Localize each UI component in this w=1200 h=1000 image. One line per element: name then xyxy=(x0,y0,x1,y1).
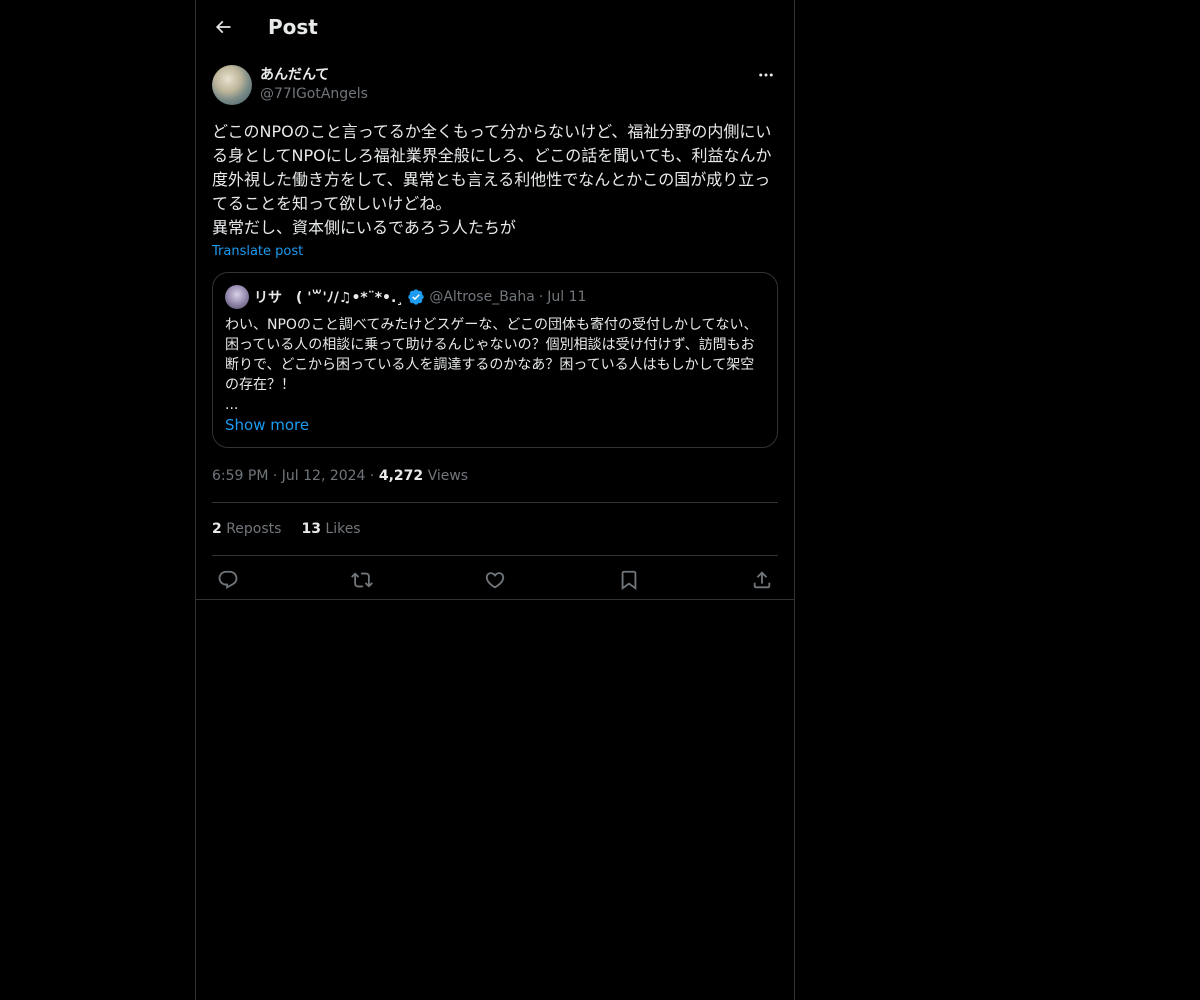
post-date[interactable]: Jul 12, 2024 xyxy=(282,468,366,484)
reposts-label: Reposts xyxy=(226,521,282,537)
reposts-stat[interactable]: 2 Reposts xyxy=(212,521,281,537)
repost-icon xyxy=(350,572,373,587)
reply-icon xyxy=(218,570,238,589)
meta-separator: · xyxy=(272,468,278,484)
post-author: あんだんて @77IGotAngels xyxy=(212,65,778,105)
quoted-display-name: リサ ( '꒳'ﾉ/♫•*¨*•.¸ xyxy=(254,290,404,306)
post-text: どこのNPOのこと言ってるか全くもって分からないけど、福祉分野の内側にいる身とし… xyxy=(212,122,772,237)
quoted-date: Jul 11 xyxy=(547,289,587,305)
show-more-link[interactable]: Show more xyxy=(225,415,309,435)
share-button[interactable] xyxy=(750,568,774,592)
top-bar: Post xyxy=(196,0,794,54)
likes-stat[interactable]: 13 Likes xyxy=(301,521,360,537)
post: あんだんて @77IGotAngels どこのNPOのこと言ってるか全くもって分… xyxy=(196,65,794,603)
post-time[interactable]: 6:59 PM xyxy=(212,468,268,484)
author-info: あんだんて @77IGotAngels xyxy=(260,66,368,104)
reposts-count: 2 xyxy=(212,521,222,537)
repost-button[interactable] xyxy=(350,568,374,592)
quoted-avatar xyxy=(225,285,249,309)
translate-post-link[interactable]: Translate post xyxy=(212,244,303,260)
author-handle[interactable]: @77IGotAngels xyxy=(260,84,368,104)
meta-separator: · xyxy=(369,468,375,484)
author-display-name[interactable]: あんだんて xyxy=(260,66,368,84)
likes-count: 13 xyxy=(301,521,321,537)
quoted-ellipsis: ... xyxy=(225,397,239,413)
quoted-handle: @Altrose_Baha xyxy=(429,289,535,305)
views-count: 4,272 xyxy=(378,468,424,484)
arrow-left-icon xyxy=(215,20,231,34)
share-icon xyxy=(753,570,771,588)
heart-icon xyxy=(485,571,505,588)
more-options-button[interactable] xyxy=(754,65,778,85)
engagement-stats: 2 Reposts 13 Likes xyxy=(212,503,778,556)
post-metadata: 6:59 PM · Jul 12, 2024 · 4,272 Views xyxy=(212,466,778,503)
likes-label: Likes xyxy=(325,521,361,537)
quoted-separator: · xyxy=(538,289,544,305)
more-horizontal-icon xyxy=(759,73,773,77)
quoted-post-header: リサ ( '꒳'ﾉ/♫•*¨*•.¸ @Altrose_Baha · Jul 1… xyxy=(225,285,765,309)
bookmark-icon xyxy=(621,570,636,590)
like-button[interactable] xyxy=(483,568,507,592)
bookmark-button[interactable] xyxy=(617,568,641,592)
verified-badge-icon xyxy=(407,288,425,306)
quoted-text: わい、NPOのこと調べてみたけどスゲーな、どこの団体も寄付の受付しかしてない、困… xyxy=(225,317,758,393)
main-column: Post あんだんて @77IGotAngels どこのNPOのこと言ってるか全… xyxy=(195,0,795,1000)
page-title: Post xyxy=(268,15,318,39)
avatar[interactable] xyxy=(212,65,252,105)
reply-button[interactable] xyxy=(216,568,240,592)
back-button[interactable] xyxy=(205,9,241,45)
action-bar xyxy=(212,556,778,603)
views-label: Views xyxy=(427,468,469,484)
divider xyxy=(196,599,794,600)
quoted-post[interactable]: リサ ( '꒳'ﾉ/♫•*¨*•.¸ @Altrose_Baha · Jul 1… xyxy=(212,272,778,448)
